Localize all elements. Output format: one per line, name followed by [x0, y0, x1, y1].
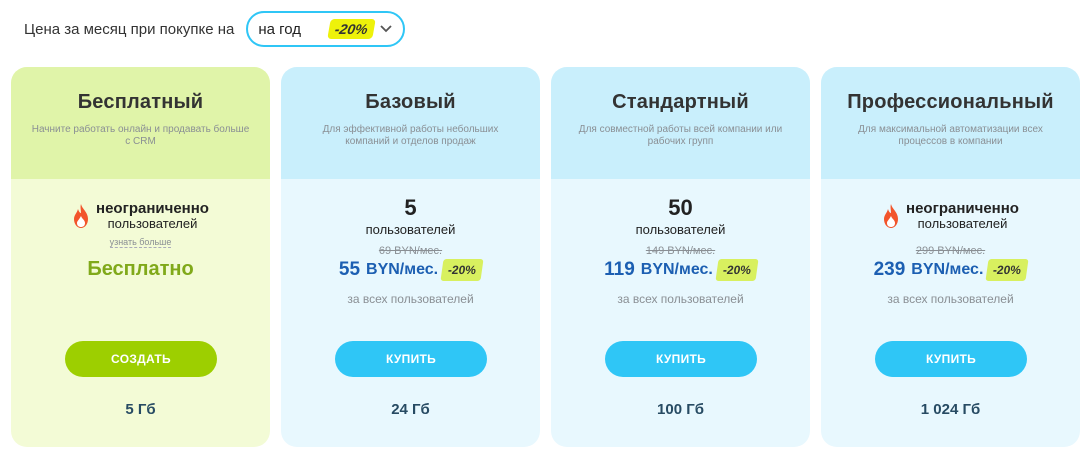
create-button[interactable]: СОЗДАТЬ — [65, 341, 217, 377]
discount-badge: -20% — [985, 259, 1029, 281]
learn-more-link[interactable]: узнать больше — [109, 237, 172, 248]
plan-price-free: Бесплатно — [87, 258, 194, 280]
fire-icon — [884, 204, 899, 228]
plan-card-professional: Профессиональный Для максимальной автома… — [821, 67, 1080, 447]
plan-title: Стандартный — [612, 91, 749, 113]
per-users-note: за всех пользователей — [347, 292, 474, 306]
period-select[interactable]: на год -20% — [246, 11, 406, 47]
users-unlimited: неограниченно пользователей — [11, 201, 270, 231]
old-price: 69 BYN/мес. — [378, 245, 443, 257]
price-value: 55 — [338, 259, 361, 280]
fire-icon — [74, 204, 89, 228]
plan-card-body: неограниченно пользователей узнать больш… — [11, 179, 270, 447]
plan-title: Бесплатный — [77, 91, 204, 113]
old-price: 299 BYN/мес. — [915, 245, 986, 257]
buy-button-professional[interactable]: КУПИТЬ — [875, 341, 1027, 377]
plan-card-body: 50 пользователей 149 BYN/мес. 119 BYN/ме… — [551, 179, 810, 447]
plan-description: Для совместной работы всей компании или … — [578, 124, 783, 147]
old-price: 149 BYN/мес. — [645, 245, 716, 257]
plan-storage: 5 Гб — [125, 401, 156, 418]
plan-card-free: Бесплатный Начните работать онлайн и про… — [11, 67, 270, 447]
buy-button-standard[interactable]: КУПИТЬ — [605, 341, 757, 377]
price-unit: BYN/мес. — [366, 261, 439, 278]
plan-title: Профессиональный — [847, 91, 1054, 113]
plan-storage: 24 Гб — [391, 401, 430, 418]
users-sub-label: пользователей — [107, 216, 198, 231]
per-users-note: за всех пользователей — [617, 292, 744, 306]
plan-storage: 100 Гб — [657, 401, 704, 418]
users-count: 50 — [668, 195, 693, 220]
users-unlimited-label: неограниченно — [906, 200, 1019, 217]
price-unit: BYN/мес. — [911, 261, 984, 278]
period-discount-badge: -20% — [326, 19, 376, 39]
plan-description: Для максимальной автоматизации всех проц… — [858, 124, 1043, 147]
period-select-value: на год — [258, 20, 302, 38]
plan-card-basic: Базовый Для эффективной работы небольших… — [281, 67, 540, 447]
plan-card-header: Стандартный Для совместной работы всей к… — [551, 67, 810, 179]
discount-badge: -20% — [440, 259, 484, 281]
price-value: 119 — [604, 259, 635, 280]
price-period-bar: Цена за месяц при покупке на на год -20% — [24, 11, 406, 47]
users-count: 5 — [404, 195, 417, 220]
users-label: пользователей — [635, 222, 726, 237]
per-users-note: за всех пользователей — [887, 292, 1014, 306]
price-unit: BYN/мес. — [640, 261, 713, 278]
users-unlimited-label: неограниченно — [96, 200, 209, 217]
plan-title: Базовый — [365, 91, 456, 113]
plan-description: Для эффективной работы небольших компани… — [322, 124, 499, 147]
price-value: 239 — [873, 259, 906, 280]
plan-card-header: Базовый Для эффективной работы небольших… — [281, 67, 540, 179]
price-row: 55 BYN/мес. -20% — [281, 259, 540, 281]
chevron-down-icon — [379, 22, 393, 36]
plan-card-standard: Стандартный Для совместной работы всей к… — [551, 67, 810, 447]
price-row: 119 BYN/мес. -20% — [551, 259, 810, 281]
plan-description: Начните работать онлайн и продавать боль… — [31, 124, 250, 147]
plan-storage: 1 024 Гб — [920, 401, 981, 418]
users-label: пользователей — [365, 222, 456, 237]
price-row: 239 BYN/мес. -20% — [821, 259, 1080, 281]
plan-card-body: 5 пользователей 69 BYN/мес. 55 BYN/мес. … — [281, 179, 540, 447]
plan-card-header: Бесплатный Начните работать онлайн и про… — [11, 67, 270, 179]
buy-button-basic[interactable]: КУПИТЬ — [335, 341, 487, 377]
discount-badge: -20% — [715, 259, 759, 281]
users-unlimited: неограниченно пользователей — [821, 201, 1080, 231]
price-period-label: Цена за месяц при покупке на — [24, 20, 235, 38]
users-sub-label: пользователей — [917, 216, 1008, 231]
plan-card-body: неограниченно пользователей 299 BYN/мес.… — [821, 179, 1080, 447]
plan-card-header: Профессиональный Для максимальной автома… — [821, 67, 1080, 179]
